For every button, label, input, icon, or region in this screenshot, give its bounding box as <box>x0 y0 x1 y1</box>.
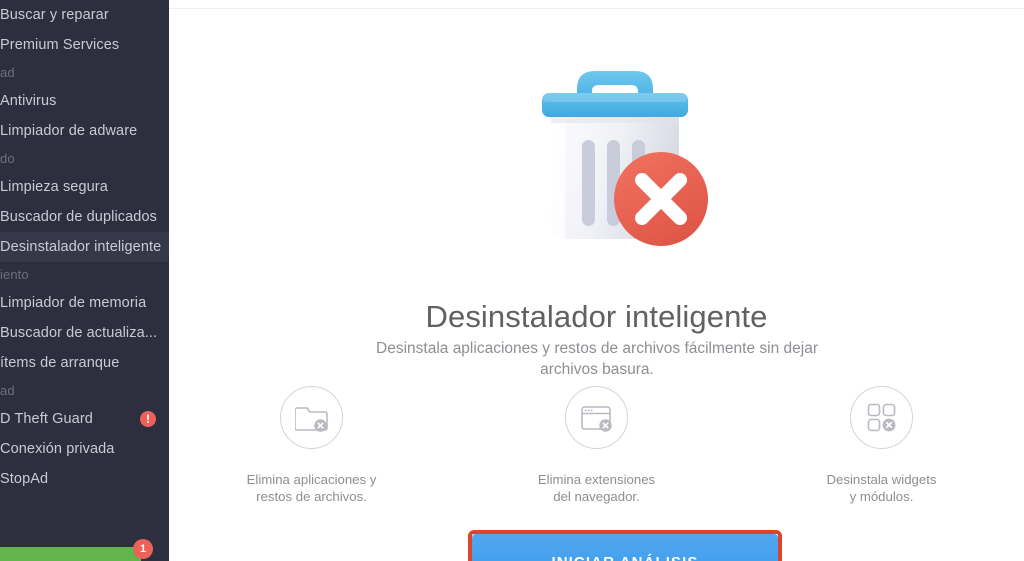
sidebar-section-header: do <box>0 146 169 172</box>
start-scan-button[interactable]: INICIAR ANÁLISIS <box>472 534 778 561</box>
sidebar-item-label: Buscar y reparar <box>0 7 109 23</box>
sidebar-item-label: ad <box>0 65 15 80</box>
start-scan-highlight: INICIAR ANÁLISIS <box>468 530 782 561</box>
page-title: Desinstalador inteligente <box>425 298 768 334</box>
sidebar-item-limpiador-de-adware[interactable]: Limpiador de adware <box>0 116 169 146</box>
feature-label: Elimina aplicaciones y restos de archivo… <box>246 472 377 504</box>
page-subtitle: Desinstala aplicaciones y restos de arch… <box>376 339 818 378</box>
sidebar-item-antivirus[interactable]: Antivirus <box>0 86 169 116</box>
sidebar-item-label: Conexión privada <box>0 441 115 457</box>
sidebar-notification-badge[interactable]: 1 <box>133 539 153 559</box>
feature-label: Elimina extensiones del navegador. <box>537 472 656 504</box>
sidebar-item-tems-de-arranque[interactable]: ítems de arranque <box>0 348 169 378</box>
sidebar-progress-bar <box>0 547 141 561</box>
trash-bin-delete-icon <box>520 45 710 260</box>
sidebar-section-header: ad <box>0 378 169 404</box>
feature-label: Desinstala widgets y módulos. <box>826 472 937 504</box>
sidebar-item-premium-services[interactable]: Premium Services <box>0 30 169 60</box>
widgets-grid-remove-icon <box>850 386 913 449</box>
sidebar-item-label: Buscador de actualiza... <box>0 325 158 341</box>
sidebar-item-stopad[interactable]: StopAd <box>0 464 169 494</box>
sidebar-item-list: Buscar y reparar Premium Services ad Antivi… <box>0 0 169 494</box>
sidebar-item-alert-badge: ! <box>140 411 156 427</box>
sidebar-section-header: iento <box>0 262 169 288</box>
sidebar-navigation: Buscar y reparar Premium Services ad Antivi… <box>0 0 169 561</box>
main-content-panel: Desinstalador inteligente Desinstala apl… <box>169 0 1024 561</box>
sidebar-item-label: StopAd <box>0 471 49 487</box>
sidebar-section-header: ad <box>0 60 169 86</box>
sidebar-item-label: Buscador de duplicados <box>0 209 157 225</box>
sidebar-item-label: iento <box>0 267 29 282</box>
sidebar-item-label: ítems de arranque <box>0 355 120 371</box>
sidebar-item-conexi-n-privada[interactable]: Conexión privada <box>0 434 169 464</box>
sidebar-item-buscador-de-actualiza[interactable]: Buscador de actualiza... <box>0 318 169 348</box>
folder-remove-icon <box>280 386 343 449</box>
feature-list: Elimina aplicaciones y restos de archivo… <box>169 386 1024 505</box>
feature-item-widgets: Desinstala widgets y módulos. <box>739 386 1024 505</box>
sidebar-item-buscador-de-duplicados[interactable]: Buscador de duplicados <box>0 202 169 232</box>
application-window: Buscar y reparar Premium Services ad Antivi… <box>0 0 1024 561</box>
sidebar-item-label: Desinstalador inteligente <box>0 239 162 255</box>
sidebar-item-limpieza-segura[interactable]: Limpieza segura <box>0 172 169 202</box>
sidebar-item-label: Limpiador de adware <box>0 123 138 139</box>
sidebar-item-d-theft-guard[interactable]: D Theft Guard! <box>0 404 169 434</box>
sidebar-item-label: Limpieza segura <box>0 179 108 195</box>
sidebar-item-desinstalador-inteligente[interactable]: Desinstalador inteligente <box>0 232 169 262</box>
sidebar-item-label: Antivirus <box>0 93 57 109</box>
browser-window-remove-icon <box>565 386 628 449</box>
sidebar-item-buscar-y-reparar[interactable]: Buscar y reparar <box>0 0 169 30</box>
sidebar-item-label: Limpiador de memoria <box>0 295 147 311</box>
header-divider <box>169 8 1024 9</box>
sidebar-item-label: Premium Services <box>0 37 120 53</box>
sidebar-item-limpiador-de-memoria[interactable]: Limpiador de memoria <box>0 288 169 318</box>
feature-item-browser: Elimina extensiones del navegador. <box>454 386 739 505</box>
feature-item-apps: Elimina aplicaciones y restos de archivo… <box>169 386 454 505</box>
sidebar-item-label: do <box>0 151 15 166</box>
sidebar-item-label: ad <box>0 383 15 398</box>
